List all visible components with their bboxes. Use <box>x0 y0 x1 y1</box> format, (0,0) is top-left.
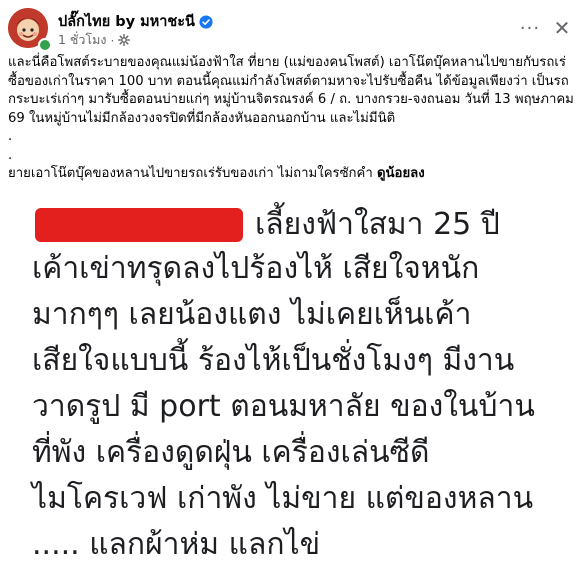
image-text-line-3: มากๆๆ เลยน้องแตง ไม่เคยเห็นเค้า <box>32 297 472 332</box>
more-options-button[interactable]: ··· <box>516 14 544 42</box>
image-text-line-8: ..... แลกผ้าห่ม แลกไข่ <box>32 527 321 562</box>
image-text-line-2: เค้าเข่าทรุดลงไปร้องไห้ เสียใจหนัก <box>32 251 480 286</box>
verified-badge-icon <box>199 14 213 29</box>
post-dot-2: . <box>8 147 13 163</box>
post-header: ปลั๊กไทย by มหาชะนี 1 ชั่วโมง · ··· ✕ <box>8 8 576 52</box>
post-paragraph-2: ยายเอาโน๊ตบุ๊คของหลานไปขายรถเร่รับของเก่… <box>8 165 578 184</box>
post-meta: 1 ชั่วโมง · <box>58 30 131 50</box>
gear-icon[interactable] <box>118 34 131 46</box>
online-status-dot <box>38 38 52 52</box>
post-body: และนี่คือโพสต์ระบายของคุณแม่น้องฟ้าใส ที… <box>8 54 578 184</box>
redaction-block <box>35 208 243 242</box>
image-text-line-6: ที่พัง เครื่องดูดฝุ่น เครื่องเล่นซีดี <box>32 435 430 470</box>
image-text-line-1: เลี้ยงฟ้าใสมา 25 ปี <box>255 207 500 242</box>
meta-separator: · <box>110 32 115 48</box>
image-text-line-5: วาดรูป มี port ตอนมหาลัย ของในบ้าน <box>32 389 535 424</box>
see-less-link[interactable]: ดูน้อยลง <box>377 166 425 181</box>
post-image[interactable]: เลี้ยงฟ้าใสมา 25 ปี เค้าเข่าทรุดลงไปร้อง… <box>0 200 584 579</box>
image-text-line-7: ไมโครเวฟ เก่าพัง ไม่ขาย แต่ของหลาน <box>32 481 534 516</box>
post-paragraph-1: และนี่คือโพสต์ระบายของคุณแม่น้องฟ้าใส ที… <box>8 55 574 126</box>
image-text-line-4: เสียใจแบบนี้ ร้องไห้เป็นชั่งโมงๆ มีงาน <box>32 343 515 378</box>
close-button[interactable]: ✕ <box>548 14 576 42</box>
post-dot-1: . <box>8 129 13 144</box>
post-paragraph-2-text: ยายเอาโน๊ตบุ๊คของหลานไปขายรถเร่รับของเก่… <box>8 166 377 181</box>
post-timestamp[interactable]: 1 ชั่วโมง <box>58 30 107 50</box>
